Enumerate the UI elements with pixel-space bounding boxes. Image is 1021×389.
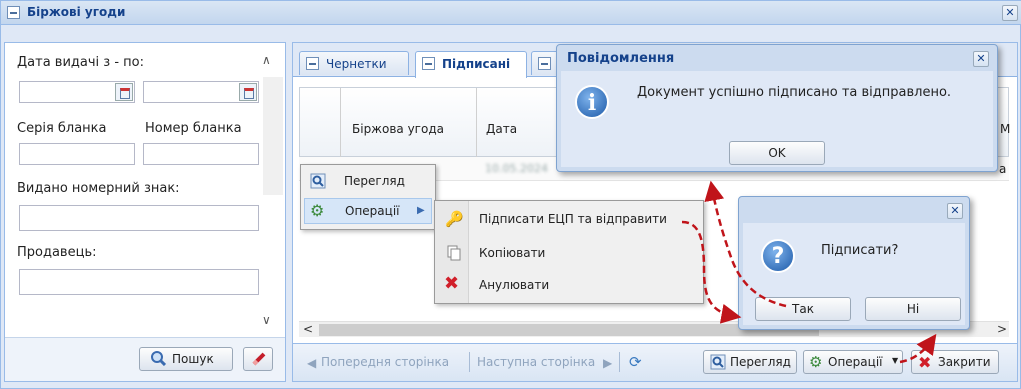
calendar-icon[interactable]: [239, 83, 257, 101]
message-dialog-body: i Документ успішно підписано та відправл…: [561, 71, 993, 167]
question-icon: ?: [761, 239, 795, 273]
number-label: Номер бланка: [145, 121, 242, 136]
sign-input[interactable]: [19, 205, 259, 231]
menu-item-view[interactable]: Перегляд: [304, 168, 432, 194]
scroll-left-icon[interactable]: <: [303, 322, 313, 336]
filter-scrollbar-thumb[interactable]: [263, 77, 283, 195]
dropdown-icon: ▼: [892, 356, 899, 365]
seller-label: Продавець:: [17, 245, 97, 260]
grid-toolbar: ◀ Попередня сторінка Наступна сторінка ▶…: [293, 343, 1017, 381]
dialog-close-icon[interactable]: ✕: [973, 51, 989, 67]
toolbar-separator: [469, 352, 470, 372]
series-label: Серія бланка: [17, 121, 107, 136]
window-title: Біржові угоди: [27, 5, 126, 19]
operations-button-label: Операції: [828, 355, 883, 369]
key-icon: 🔑: [445, 210, 464, 228]
sign-label: Видано номерний знак:: [17, 181, 180, 196]
ok-button-label: OK: [768, 146, 786, 160]
copy-icon: [446, 245, 462, 264]
calendar-icon[interactable]: [115, 83, 133, 101]
next-page-button[interactable]: Наступна сторінка: [477, 355, 595, 369]
gears-icon: ⚙: [310, 201, 325, 220]
menu-item-cancel[interactable]: ✖ Анулювати: [437, 271, 701, 299]
series-input[interactable]: [19, 143, 135, 165]
document-icon: [538, 57, 551, 70]
search-button-label: Пошук: [172, 352, 214, 366]
window-icon: [7, 6, 20, 19]
refresh-icon[interactable]: ⟳: [629, 353, 642, 371]
cancel-x-icon: ✖: [444, 273, 460, 294]
operations-submenu: 🔑 Підписати ЕЦП та відправити Копіювати …: [434, 200, 704, 304]
confirm-text: Підписати?: [821, 243, 899, 258]
ok-button[interactable]: OK: [729, 141, 825, 165]
column-header-cut: М: [1000, 122, 1011, 136]
menu-item-operations[interactable]: ⚙ Операції ▶: [304, 198, 432, 224]
gears-icon: ⚙: [809, 353, 823, 371]
tab-signed-label: Підписані: [442, 57, 511, 71]
scroll-down-icon[interactable]: ∨: [262, 313, 271, 327]
prev-arrow-icon: ◀: [307, 356, 317, 370]
window-title-bar: Біржові угоди ✕: [1, 1, 1021, 25]
close-x-icon: ✖: [918, 353, 932, 372]
scroll-right-icon[interactable]: >: [997, 322, 1007, 336]
search-button[interactable]: Пошук: [139, 347, 233, 371]
date-to-input[interactable]: [143, 81, 259, 103]
magnifier-icon: [710, 354, 726, 373]
seller-input[interactable]: [19, 269, 259, 295]
next-arrow-icon: ▶: [603, 356, 613, 370]
close-button[interactable]: ✖ Закрити: [911, 350, 999, 374]
yes-button-label: Так: [792, 302, 814, 316]
number-input[interactable]: [143, 143, 259, 165]
document-icon: [306, 57, 319, 70]
confirm-dialog: ✕ ? Підписати? Так Ні: [738, 196, 970, 330]
tab-drafts-label: Чернетки: [326, 57, 387, 71]
column-header-date[interactable]: Дата: [486, 122, 517, 136]
view-button[interactable]: Перегляд: [703, 350, 797, 374]
menu-item-view-label: Перегляд: [344, 174, 405, 188]
eraser-icon: [251, 351, 267, 370]
context-menu: Перегляд ⚙ Операції ▶: [300, 164, 436, 230]
submenu-arrow-icon: ▶: [417, 205, 425, 216]
no-button-label: Ні: [906, 302, 920, 316]
message-text: Документ успішно підписано та відправлен…: [637, 85, 952, 100]
no-button[interactable]: Ні: [865, 297, 961, 321]
column-divider: [476, 88, 477, 158]
date-range-label: Дата видачі з - по:: [17, 55, 144, 70]
toolbar-separator: [619, 352, 620, 372]
magnifier-icon: [310, 173, 326, 192]
tab-drafts[interactable]: Чернетки: [299, 51, 409, 75]
window-close-icon[interactable]: ✕: [1002, 5, 1018, 21]
document-icon: [422, 57, 435, 70]
filter-panel: Дата видачі з - по: ∧ Серія бланка Номер…: [4, 42, 286, 382]
close-button-label: Закрити: [938, 355, 991, 369]
view-button-label: Перегляд: [730, 355, 791, 369]
menu-item-sign-send[interactable]: 🔑 Підписати ЕЦП та відправити: [437, 205, 701, 233]
menu-item-copy-label: Копіювати: [479, 246, 546, 260]
yes-button[interactable]: Так: [755, 297, 851, 321]
search-icon: [150, 350, 167, 367]
operations-button[interactable]: ⚙ Операції ▼: [803, 350, 903, 374]
row-date-cell: 10.05.2024: [485, 162, 548, 175]
menu-item-operations-label: Операції: [345, 204, 400, 218]
menu-item-cancel-label: Анулювати: [479, 278, 550, 292]
column-header-agreement[interactable]: Біржова угода: [352, 122, 444, 136]
column-divider: [340, 88, 341, 158]
prev-page-button[interactable]: Попередня сторінка: [321, 355, 449, 369]
confirm-close-icon[interactable]: ✕: [947, 203, 963, 219]
row-cut-cell: а: [999, 162, 1007, 176]
confirm-dialog-body: ? Підписати? Так Ні: [743, 223, 965, 325]
message-dialog: Повідомлення ✕ i Документ успішно підпис…: [556, 44, 998, 172]
tab-signed[interactable]: Підписані: [415, 51, 527, 78]
clear-button[interactable]: [243, 347, 273, 371]
scroll-up-icon[interactable]: ∧: [262, 53, 271, 67]
date-from-input[interactable]: [19, 81, 135, 103]
message-dialog-title: Повідомлення: [567, 51, 675, 66]
menu-item-sign-send-label: Підписати ЕЦП та відправити: [479, 212, 667, 226]
menu-item-copy[interactable]: Копіювати: [437, 239, 701, 267]
info-icon: i: [575, 85, 609, 119]
